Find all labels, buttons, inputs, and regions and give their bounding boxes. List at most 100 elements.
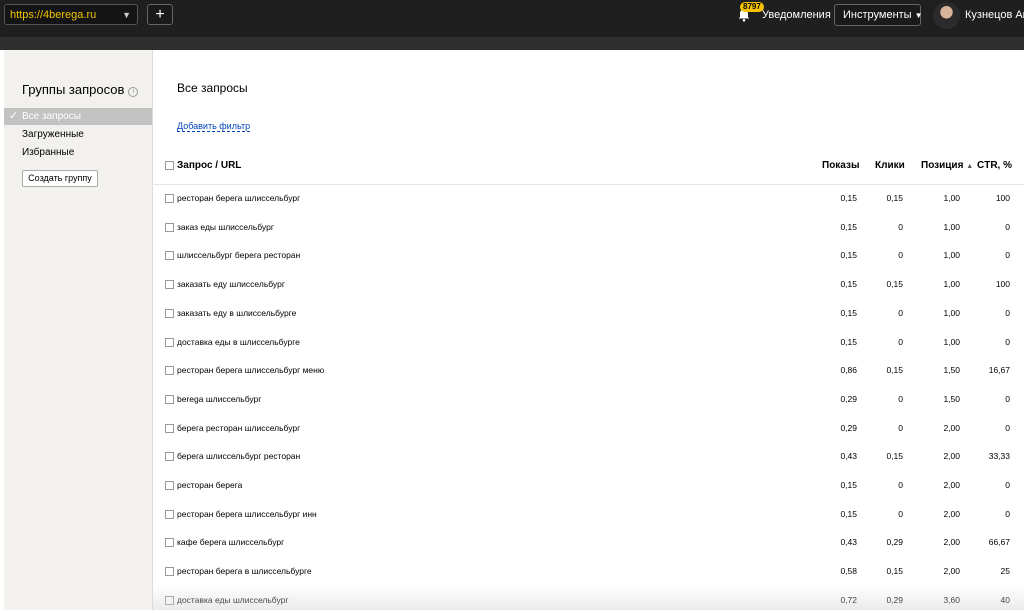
user-name[interactable]: Кузнецов Ана <box>965 9 1024 21</box>
ctr-value: 0 <box>1005 336 1010 347</box>
query-text[interactable]: заказать еду шлиссельбург <box>177 279 285 289</box>
add-site-button[interactable]: + <box>147 4 173 25</box>
notifications-link[interactable]: Уведомления <box>762 9 831 21</box>
query-text[interactable]: доставка еды в шлиссельбурге <box>177 337 300 347</box>
clicks-value: 0 <box>898 480 903 490</box>
page-title: Все запросы <box>177 81 248 95</box>
column-header-query[interactable]: Запрос / URL <box>177 160 241 171</box>
table-row[interactable]: заказать еду в шлиссельбурге 0,15 0 1,00 0 <box>152 299 1024 327</box>
column-header-clicks[interactable]: Клики <box>875 160 905 171</box>
column-header-ctr[interactable]: CTR, % <box>977 160 1012 171</box>
query-text[interactable]: ресторан берега шлиссельбург <box>177 193 300 203</box>
clicks-value: 0,15 <box>886 279 903 290</box>
query-text[interactable]: ресторан берега в шлиссельбурге <box>177 566 312 576</box>
clicks-value: 0 <box>898 250 903 261</box>
row-checkbox[interactable] <box>165 452 174 462</box>
sidebar-item-label: Все запросы <box>22 111 81 122</box>
bottom-fade <box>152 585 1024 610</box>
top-bar: https://4berega.ru ▼ + 8797 Уведомления … <box>0 0 1024 37</box>
sidebar-item-label: Загруженные <box>22 129 84 140</box>
query-text[interactable]: кафе берега шлиссельбург <box>177 537 284 547</box>
row-checkbox[interactable] <box>165 481 174 490</box>
table-row[interactable]: berega шлиссельбург 0,29 0 1,50 0 <box>152 385 1024 413</box>
table-row[interactable]: кафе берега шлиссельбург 0,43 0,29 2,00 66,6… <box>152 528 1024 556</box>
query-text[interactable]: berega шлиссельбург <box>177 394 261 404</box>
clicks-value: 0,15 <box>886 193 903 203</box>
row-checkbox[interactable] <box>165 337 174 347</box>
row-checkbox[interactable] <box>165 251 174 261</box>
clicks-value: 0 <box>898 422 903 433</box>
ctr-value: 0 <box>1005 393 1010 404</box>
ctr-value: 100 <box>995 193 1010 203</box>
notifications-badge: 8797 <box>740 2 764 12</box>
clicks-value: 0,15 <box>886 566 903 577</box>
column-header-position[interactable]: Позиция ▲ <box>921 160 973 171</box>
row-checkbox[interactable] <box>165 509 174 519</box>
clicks-value: 0,15 <box>886 365 903 376</box>
table-row[interactable]: заказ еды шлиссельбург 0,15 0 1,00 0 <box>152 213 1024 241</box>
sidebar-item-uploaded[interactable]: Загруженные <box>4 126 152 143</box>
sidebar-item-favorites[interactable]: Избранные <box>4 144 152 161</box>
chevron-down-icon: ▼ <box>122 10 131 20</box>
row-checkbox[interactable] <box>165 538 174 548</box>
sidebar-title: Группы запросов i <box>22 82 139 97</box>
query-text[interactable]: ресторан берега шлиссельбург инн <box>177 509 317 519</box>
table-row[interactable]: берега ресторан шлиссельбург 0,29 0 2,00 0 <box>152 414 1024 442</box>
row-checkbox[interactable] <box>165 280 174 290</box>
clicks-value: 0 <box>898 307 903 318</box>
row-checkbox[interactable] <box>165 308 174 318</box>
table-row[interactable]: доставка еды в шлиссельбурге 0,15 0 1,00 0 <box>152 328 1024 356</box>
column-header-shows[interactable]: Показы <box>822 160 860 171</box>
avatar[interactable] <box>933 2 960 29</box>
ctr-value: 0 <box>1005 480 1010 490</box>
query-text[interactable]: шлиссельбург берега ресторан <box>177 250 300 260</box>
ctr-value: 0 <box>1005 307 1010 318</box>
query-text[interactable]: ресторан берега шлиссельбург меню <box>177 365 324 375</box>
query-text[interactable]: ресторан берега <box>177 480 242 490</box>
table-row[interactable]: ресторан берега шлиссельбург меню 0,86 0,1… <box>152 356 1024 384</box>
query-text[interactable]: берега ресторан шлиссельбург <box>177 423 300 433</box>
info-icon[interactable]: i <box>128 87 139 97</box>
ctr-value: 33,33 <box>988 451 1010 462</box>
clicks-value: 0 <box>898 393 903 404</box>
query-text[interactable]: заказать еду в шлиссельбурге <box>177 308 296 318</box>
table-row[interactable]: ресторан берега в шлиссельбурге 0,58 0,15 2… <box>152 557 1024 585</box>
clicks-value: 0 <box>898 508 903 519</box>
ctr-value: 16,67 <box>988 365 1010 376</box>
checkmark-icon: ✓ <box>9 110 19 122</box>
row-checkbox[interactable] <box>165 423 174 433</box>
clicks-value: 0,29 <box>886 537 903 548</box>
query-text[interactable]: берега шлиссельбург ресторан <box>177 451 300 461</box>
sidebar: Группы запросов i ✓ Все запросы Загруженн… <box>4 50 153 610</box>
select-all-checkbox[interactable] <box>165 161 174 170</box>
sidebar-title-text: Группы запросов <box>22 82 125 97</box>
site-select-value: https://4berega.ru <box>10 9 97 21</box>
table-row[interactable]: шлиссельбург берега ресторан 0,15 0 1,00 0 <box>152 241 1024 269</box>
table-row[interactable]: ресторан берега шлиссельбург инн 0,15 0 2,0… <box>152 500 1024 528</box>
row-checkbox[interactable] <box>165 222 174 232</box>
clicks-value: 0,15 <box>886 451 903 462</box>
table-row[interactable]: ресторан берега 0,15 0 2,00 0 <box>152 471 1024 499</box>
tools-menu-button[interactable]: Инструменты ▼ <box>834 4 923 26</box>
row-checkbox[interactable] <box>165 394 174 404</box>
row-checkbox[interactable] <box>165 567 174 577</box>
row-checkbox[interactable] <box>165 194 174 203</box>
add-filter-link[interactable]: Добавить фильтр <box>177 121 251 132</box>
sort-asc-icon: ▲ <box>966 163 974 170</box>
tools-label: Инструменты <box>843 9 912 21</box>
clicks-value: 0 <box>898 221 903 232</box>
table-row[interactable]: заказать еду шлиссельбург 0,15 0,15 1,00 100 <box>152 270 1024 298</box>
row-checkbox[interactable] <box>165 366 174 376</box>
ctr-value: 25 <box>1000 566 1010 577</box>
site-select[interactable]: https://4berega.ru ▼ <box>4 4 138 25</box>
ctr-value: 0 <box>1005 422 1010 433</box>
sidebar-item-label: Избранные <box>22 147 75 158</box>
query-text[interactable]: заказ еды шлиссельбург <box>177 222 274 232</box>
ctr-value: 0 <box>1005 508 1010 519</box>
table-row[interactable]: ресторан берега шлиссельбург 0,15 0,15 1,00… <box>152 184 1024 212</box>
create-group-button[interactable]: Создать группу <box>22 170 98 187</box>
sidebar-item-all-queries[interactable]: ✓ Все запросы <box>4 108 152 125</box>
ctr-value: 0 <box>1005 221 1010 232</box>
ctr-value: 66,67 <box>988 537 1010 548</box>
table-row[interactable]: берега шлиссельбург ресторан 0,43 0,15 2,00… <box>152 442 1024 470</box>
